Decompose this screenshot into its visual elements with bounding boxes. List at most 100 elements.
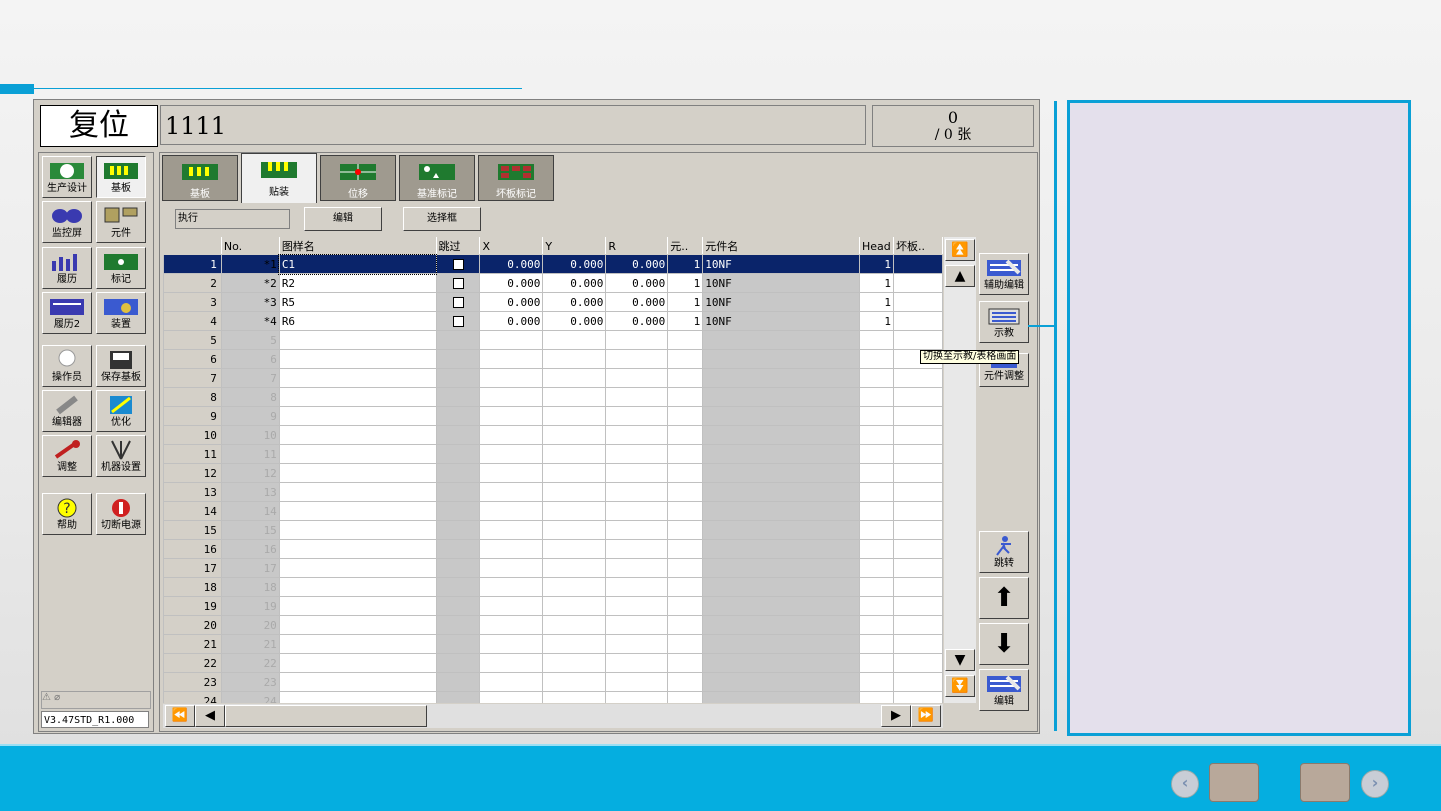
table-cell[interactable] — [278, 368, 437, 388]
table-cell[interactable] — [667, 577, 704, 597]
table-cell[interactable] — [892, 254, 943, 274]
column-header[interactable]: Head — [858, 237, 894, 255]
table-cell[interactable] — [278, 444, 437, 464]
table-cell[interactable] — [858, 539, 894, 559]
table-cell[interactable]: 0.000 — [479, 292, 544, 312]
table-cell[interactable] — [702, 520, 860, 540]
table-cell[interactable] — [858, 349, 894, 369]
table-cell[interactable] — [435, 425, 481, 445]
table-cell[interactable]: 10 — [220, 425, 280, 445]
table-cell[interactable] — [892, 273, 943, 293]
scroll-first-icon[interactable]: ⏪ — [165, 705, 195, 727]
sidebar-item-board[interactable]: 基板 — [96, 156, 146, 198]
table-cell[interactable] — [278, 672, 437, 692]
table-cell[interactable]: 1 — [667, 254, 704, 274]
table-cell[interactable]: 19 — [163, 596, 222, 616]
table-cell[interactable] — [892, 387, 943, 407]
table-cell[interactable] — [605, 349, 669, 369]
table-cell[interactable] — [542, 615, 607, 635]
table-cell[interactable] — [435, 444, 481, 464]
table-cell[interactable] — [858, 444, 894, 464]
table-cell[interactable]: 0.000 — [605, 311, 669, 331]
table-cell[interactable]: 13 — [220, 482, 280, 502]
table-cell[interactable] — [858, 691, 894, 703]
sidebar-item-optimize[interactable]: 优化 — [96, 390, 146, 432]
table-cell[interactable]: 0.000 — [542, 273, 607, 293]
table-cell[interactable] — [702, 482, 860, 502]
table-cell[interactable] — [858, 558, 894, 578]
table-cell[interactable] — [278, 482, 437, 502]
table-cell[interactable] — [435, 273, 481, 293]
sidebar-item-monitor[interactable]: 监控屏 — [42, 201, 92, 243]
table-cell[interactable]: 4 — [163, 311, 222, 331]
table-cell[interactable]: C1 — [278, 253, 438, 275]
horizontal-scroll-thumb[interactable] — [225, 705, 427, 727]
tab-board[interactable]: 基板 — [162, 155, 238, 201]
scroll-top-icon[interactable]: ⏫ — [945, 239, 975, 261]
table-row[interactable]: 10 10 — [163, 425, 943, 445]
table-cell[interactable]: 20 — [163, 615, 222, 635]
table-cell[interactable] — [605, 634, 669, 654]
table-cell[interactable] — [605, 330, 669, 350]
table-cell[interactable]: 0.000 — [542, 311, 607, 331]
exec-field[interactable]: 执行 — [175, 209, 290, 229]
edit-button[interactable]: 编辑 — [304, 207, 382, 231]
table-cell[interactable] — [892, 558, 943, 578]
table-cell[interactable] — [892, 539, 943, 559]
sidebar-item-production-design[interactable]: 生产设计 — [42, 156, 92, 198]
table-cell[interactable] — [435, 596, 481, 616]
table-cell[interactable] — [479, 615, 544, 635]
table-row[interactable]: 20 20 — [163, 615, 943, 635]
table-cell[interactable] — [667, 463, 704, 483]
table-cell[interactable]: 2 — [163, 273, 222, 293]
table-cell[interactable]: 0.000 — [605, 292, 669, 312]
table-cell[interactable] — [542, 482, 607, 502]
table-cell[interactable] — [858, 501, 894, 521]
table-row[interactable]: 4 *4 R6 0.000 0.000 0.000 1 10NF 1 — [163, 311, 943, 331]
table-cell[interactable]: 16 — [220, 539, 280, 559]
table-cell[interactable] — [278, 406, 437, 426]
tab-fiducial[interactable]: 基准标记 — [399, 155, 475, 201]
table-cell[interactable] — [479, 387, 544, 407]
table-cell[interactable] — [435, 349, 481, 369]
table-cell[interactable] — [858, 615, 894, 635]
table-cell[interactable] — [435, 406, 481, 426]
table-cell[interactable] — [278, 596, 437, 616]
table-cell[interactable]: 1 — [667, 311, 704, 331]
table-row[interactable]: 18 18 — [163, 577, 943, 597]
table-cell[interactable] — [858, 482, 894, 502]
table-cell[interactable] — [702, 596, 860, 616]
table-cell[interactable]: 23 — [220, 672, 280, 692]
table-cell[interactable] — [479, 558, 544, 578]
sidebar-item-operator[interactable]: 操作员 — [42, 345, 92, 387]
table-cell[interactable] — [892, 311, 943, 331]
table-cell[interactable]: 20 — [220, 615, 280, 635]
table-cell[interactable]: 18 — [220, 577, 280, 597]
column-header[interactable]: Y — [542, 237, 607, 255]
table-cell[interactable] — [479, 520, 544, 540]
table-cell[interactable] — [542, 672, 607, 692]
table-cell[interactable] — [542, 691, 607, 703]
table-cell[interactable] — [278, 425, 437, 445]
table-cell[interactable] — [702, 368, 860, 388]
table-cell[interactable] — [858, 634, 894, 654]
table-cell[interactable] — [542, 406, 607, 426]
table-cell[interactable]: 10 — [163, 425, 222, 445]
table-cell[interactable] — [892, 577, 943, 597]
table-cell[interactable] — [479, 425, 544, 445]
table-row[interactable]: 23 23 — [163, 672, 943, 692]
table-cell[interactable] — [479, 691, 544, 703]
table-cell[interactable]: 22 — [163, 653, 222, 673]
table-cell[interactable] — [892, 444, 943, 464]
table-cell[interactable] — [605, 691, 669, 703]
table-cell[interactable]: 14 — [220, 501, 280, 521]
table-cell[interactable] — [542, 425, 607, 445]
table-cell[interactable] — [479, 577, 544, 597]
table-cell[interactable] — [667, 615, 704, 635]
next-icon[interactable]: › — [1361, 770, 1389, 798]
table-cell[interactable] — [479, 349, 544, 369]
table-row[interactable]: 16 16 — [163, 539, 943, 559]
table-cell[interactable] — [667, 368, 704, 388]
table-cell[interactable]: 11 — [163, 444, 222, 464]
edit-side-button[interactable]: 编辑 — [979, 669, 1029, 711]
